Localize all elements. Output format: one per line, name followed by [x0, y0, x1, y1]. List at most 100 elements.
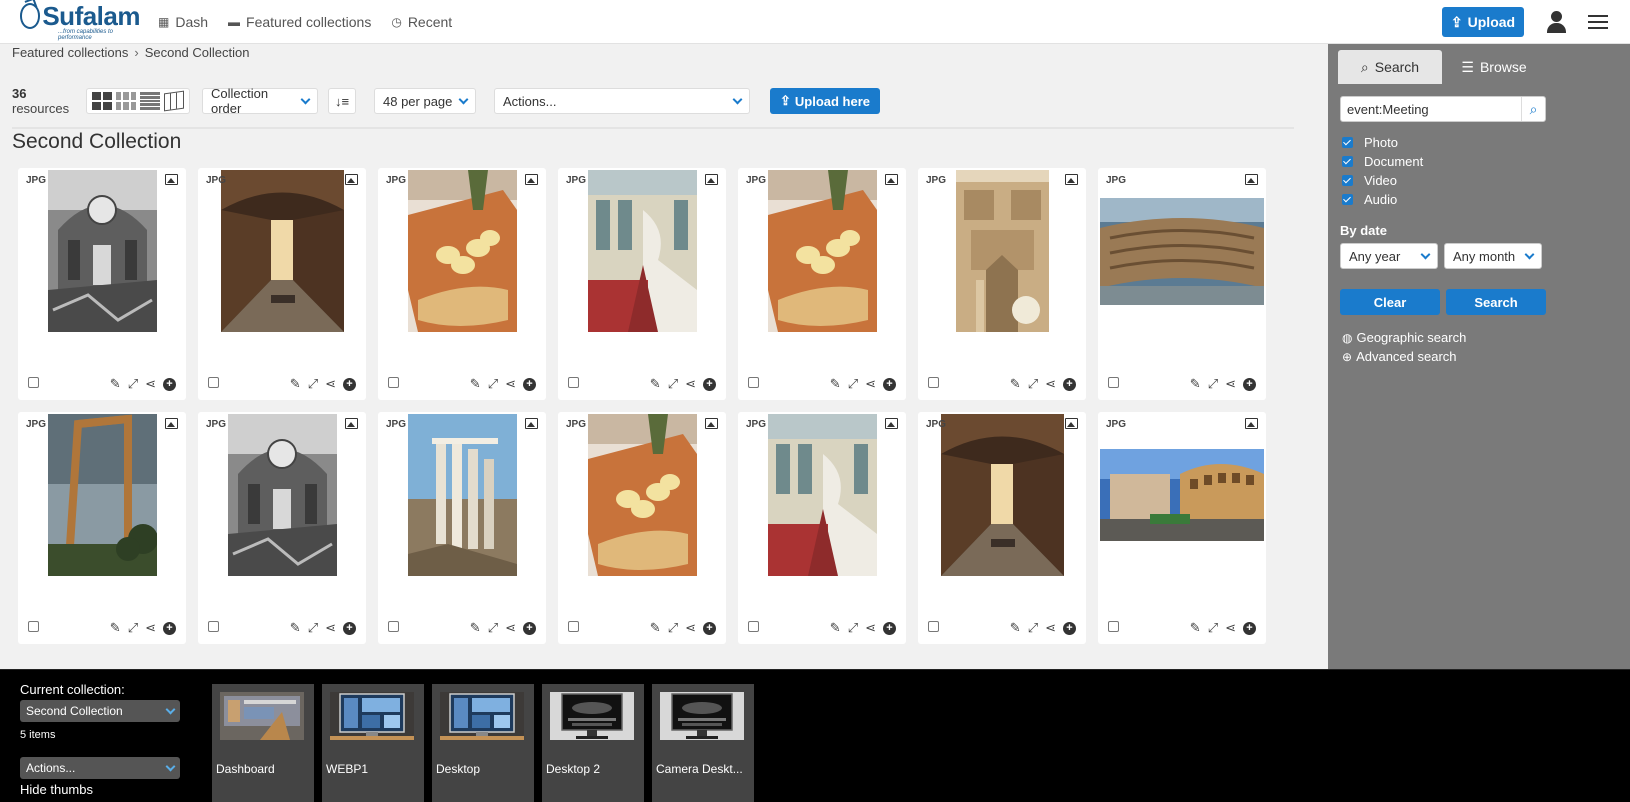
add-to-collection-icon[interactable]: + [523, 377, 536, 391]
small-thumbs-view-icon[interactable] [116, 92, 136, 110]
resource-thumbnail[interactable] [956, 170, 1049, 332]
checkbox-checked[interactable] [1342, 156, 1353, 167]
resource-thumbnail[interactable] [768, 414, 877, 576]
logo[interactable]: Sufalam ...from capabilities to performa… [20, 2, 140, 41]
share-icon[interactable]: ⋖ [325, 620, 336, 636]
expand-icon[interactable]: ⤢ [1028, 620, 1038, 636]
advanced-search-link[interactable]: ⊕ Advanced search [1342, 347, 1466, 366]
resource-card[interactable]: JPG ✎ ⤢ ⋖ + [1098, 412, 1266, 644]
resource-thumbnail[interactable] [768, 170, 877, 332]
expand-icon[interactable]: ⤢ [308, 620, 318, 636]
expand-icon[interactable]: ⤢ [668, 620, 678, 636]
resource-card[interactable]: JPG ✎ ⤢ ⋖ + [378, 412, 546, 644]
edit-icon[interactable]: ✎ [110, 376, 121, 392]
add-to-collection-icon[interactable]: + [343, 621, 356, 635]
select-checkbox[interactable] [388, 621, 399, 632]
expand-icon[interactable]: ⤢ [668, 376, 678, 392]
expand-icon[interactable]: ⤢ [1208, 376, 1218, 392]
breadcrumb-current[interactable]: Second Collection [145, 45, 250, 60]
actions-select[interactable]: Actions... [494, 88, 750, 114]
select-checkbox[interactable] [748, 377, 759, 388]
resource-thumbnail[interactable] [588, 414, 697, 576]
resource-card[interactable]: JPG ✎ ⤢ ⋖ + [918, 412, 1086, 644]
search-button[interactable]: Search [1446, 289, 1546, 315]
edit-icon[interactable]: ✎ [650, 620, 661, 636]
share-icon[interactable]: ⋖ [505, 620, 516, 636]
breadcrumb-featured-collections[interactable]: Featured collections [12, 45, 128, 60]
expand-icon[interactable]: ⤢ [848, 620, 858, 636]
share-icon[interactable]: ⋖ [1045, 620, 1056, 636]
edit-icon[interactable]: ✎ [470, 376, 481, 392]
add-to-collection-icon[interactable]: + [163, 377, 176, 391]
collection-thumb[interactable]: Camera Deskt... [652, 684, 754, 802]
nav-featured-collections[interactable]: ▬ Featured collections [228, 14, 371, 30]
filter-document[interactable]: Document [1342, 152, 1423, 171]
filter-video[interactable]: Video [1342, 171, 1423, 190]
edit-icon[interactable]: ✎ [290, 376, 301, 392]
resource-thumbnail[interactable] [1100, 449, 1264, 541]
add-to-collection-icon[interactable]: + [343, 377, 356, 391]
current-collection-select[interactable]: Second Collection [20, 700, 180, 722]
collection-thumb[interactable]: WEBP1 [322, 684, 424, 802]
collection-thumb[interactable]: Dashboard [212, 684, 314, 802]
checkbox-checked[interactable] [1342, 137, 1353, 148]
collection-actions-select[interactable]: Actions... [20, 757, 180, 779]
resource-thumbnail[interactable] [228, 414, 337, 576]
expand-icon[interactable]: ⤢ [848, 376, 858, 392]
edit-icon[interactable]: ✎ [1010, 376, 1021, 392]
user-icon[interactable] [1546, 9, 1568, 35]
sort-direction-button[interactable]: ↓≡ [328, 88, 356, 114]
resource-card[interactable]: JPG ✎ ⤢ ⋖ + [1098, 168, 1266, 400]
expand-icon[interactable]: ⤢ [128, 620, 138, 636]
clear-button[interactable]: Clear [1340, 289, 1440, 315]
expand-icon[interactable]: ⤢ [308, 376, 318, 392]
share-icon[interactable]: ⋖ [1225, 620, 1236, 636]
share-icon[interactable]: ⋖ [1045, 376, 1056, 392]
large-thumbs-view-icon[interactable] [92, 92, 112, 110]
edit-icon[interactable]: ✎ [1190, 376, 1201, 392]
add-to-collection-icon[interactable]: + [703, 621, 716, 635]
checkbox-checked[interactable] [1342, 194, 1353, 205]
add-to-collection-icon[interactable]: + [1063, 377, 1076, 391]
share-icon[interactable]: ⋖ [145, 376, 156, 392]
share-icon[interactable]: ⋖ [325, 376, 336, 392]
add-to-collection-icon[interactable]: + [703, 377, 716, 391]
list-view-icon[interactable] [140, 92, 160, 110]
hide-thumbs-link[interactable]: Hide thumbs [20, 782, 93, 797]
resource-thumbnail[interactable] [48, 414, 157, 576]
expand-icon[interactable]: ⤢ [1208, 620, 1218, 636]
share-icon[interactable]: ⋖ [1225, 376, 1236, 392]
select-checkbox[interactable] [568, 621, 579, 632]
edit-icon[interactable]: ✎ [830, 620, 841, 636]
resource-card[interactable]: JPG ✎ ⤢ ⋖ + [558, 168, 726, 400]
year-select[interactable]: Any year [1340, 243, 1438, 269]
expand-icon[interactable]: ⤢ [488, 620, 498, 636]
select-checkbox[interactable] [208, 377, 219, 388]
edit-icon[interactable]: ✎ [650, 376, 661, 392]
resource-card[interactable]: JPG ✎ ⤢ ⋖ + [198, 412, 366, 644]
share-icon[interactable]: ⋖ [505, 376, 516, 392]
edit-icon[interactable]: ✎ [470, 620, 481, 636]
search-icon[interactable]: ⌕ [1521, 97, 1545, 121]
order-select[interactable]: Collection order [202, 86, 318, 116]
select-checkbox[interactable] [28, 621, 39, 632]
resource-card[interactable]: JPG ✎ ⤢ ⋖ + [18, 168, 186, 400]
tab-browse[interactable]: ☰ Browse [1442, 50, 1546, 84]
resource-card[interactable]: JPG ✎ ⤢ ⋖ + [738, 168, 906, 400]
edit-icon[interactable]: ✎ [1190, 620, 1201, 636]
add-to-collection-icon[interactable]: + [1063, 621, 1076, 635]
hamburger-menu-icon[interactable] [1588, 11, 1608, 33]
resource-thumbnail[interactable] [588, 170, 697, 332]
expand-icon[interactable]: ⤢ [488, 376, 498, 392]
resource-thumbnail[interactable] [408, 414, 517, 576]
checkbox-checked[interactable] [1342, 175, 1353, 186]
nav-dash[interactable]: ▦ Dash [158, 14, 208, 30]
resource-card[interactable]: JPG ✎ ⤢ ⋖ + [18, 412, 186, 644]
edit-icon[interactable]: ✎ [1010, 620, 1021, 636]
select-checkbox[interactable] [928, 621, 939, 632]
select-checkbox[interactable] [28, 377, 39, 388]
resource-card[interactable]: JPG ✎ ⤢ ⋖ + [558, 412, 726, 644]
resource-card[interactable]: JPG ✎ ⤢ ⋖ + [738, 412, 906, 644]
resource-thumbnail[interactable] [408, 170, 517, 332]
expand-icon[interactable]: ⤢ [128, 376, 138, 392]
